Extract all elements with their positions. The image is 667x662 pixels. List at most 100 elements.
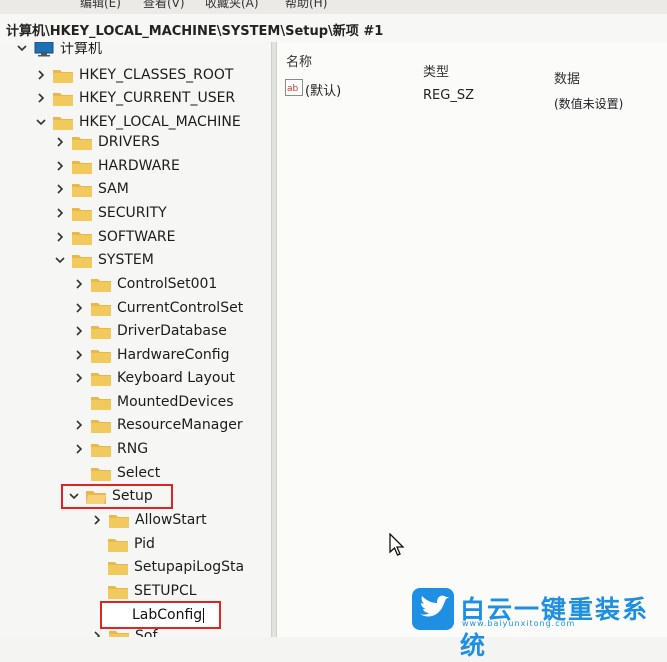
tree-label: HardwareConfig	[117, 347, 230, 363]
tree-node-hardware[interactable]: HARDWARE	[54, 156, 180, 176]
tree-label: ControlSet001	[117, 276, 218, 292]
folder-icon	[108, 560, 128, 575]
folder-icon	[91, 277, 111, 292]
tree-node-security[interactable]: SECURITY	[54, 203, 167, 223]
tree-label: Pid	[134, 536, 155, 552]
tree-node-sam[interactable]: SAM	[54, 179, 129, 199]
chevron-down-icon[interactable]	[16, 42, 28, 54]
menu-view[interactable]: 查看(V)	[143, 0, 185, 11]
folder-icon	[53, 115, 73, 130]
registry-tree[interactable]: 计算机 HKEY_CLASSES_ROOT HKEY_CURRENT_USER …	[0, 42, 271, 637]
rename-edit-box[interactable]: LabConfig	[100, 601, 221, 629]
menu-edit[interactable]: 编辑(E)	[80, 0, 121, 11]
tree-label: HKEY_LOCAL_MACHINE	[79, 114, 241, 130]
bird-logo-icon	[412, 588, 454, 630]
folder-icon	[91, 466, 111, 481]
tree-node-keyboardlayout[interactable]: Keyboard Layout	[73, 368, 235, 388]
tree-label: Select	[117, 465, 161, 481]
tree-label: SYSTEM	[98, 252, 154, 268]
chevron-right-icon[interactable]	[73, 302, 85, 314]
tree-label: RNG	[117, 441, 149, 457]
tree-node-pid[interactable]: Pid	[108, 534, 155, 554]
folder-icon	[72, 159, 92, 174]
folder-icon	[72, 182, 92, 197]
chevron-right-icon[interactable]	[54, 136, 66, 148]
string-value-icon: ab	[285, 79, 303, 96]
chevron-right-icon[interactable]	[73, 443, 85, 455]
menu-help[interactable]: 帮助(H)	[285, 0, 327, 11]
tree-node-setupcl[interactable]: SETUPCL	[108, 581, 197, 601]
folder-icon	[72, 253, 92, 268]
chevron-right-icon[interactable]	[54, 231, 66, 243]
address-path[interactable]: 计算机\HKEY_LOCAL_MACHINE\SYSTEM\Setup\新项 #…	[6, 20, 383, 39]
chevron-right-icon[interactable]	[91, 630, 103, 637]
tree-node-currentcontrolset[interactable]: CurrentControlSet	[73, 298, 243, 318]
svg-text:ab: ab	[287, 84, 299, 94]
tree-node-controlset001[interactable]: ControlSet001	[73, 274, 217, 294]
tree-label: CurrentControlSet	[117, 300, 244, 316]
chevron-right-icon[interactable]	[54, 183, 66, 195]
tree-node-resourcemanager[interactable]: ResourceManager	[73, 415, 243, 435]
tree-label: HKEY_CURRENT_USER	[79, 90, 236, 106]
chevron-right-icon[interactable]	[73, 278, 85, 290]
tree-node-driverdatabase[interactable]: DriverDatabase	[73, 321, 227, 341]
chevron-down-icon[interactable]	[54, 254, 66, 266]
chevron-right-icon[interactable]	[54, 207, 66, 219]
value-row[interactable]: ab (默认) REG_SZ (数值未设置)	[277, 78, 667, 111]
chevron-right-icon[interactable]	[35, 92, 47, 104]
mouse-pointer-icon	[389, 532, 407, 563]
tree-node-mounteddevices[interactable]: MountedDevices	[91, 392, 234, 412]
column-header-name[interactable]: 名称	[286, 51, 312, 70]
tree-node-setupapilog[interactable]: SetupapiLogSta	[108, 557, 244, 577]
chevron-right-icon[interactable]	[54, 160, 66, 172]
rename-input[interactable]: LabConfig	[132, 607, 205, 623]
tree-node-hardwareconfig[interactable]: HardwareConfig	[73, 345, 230, 365]
tree-label: SAM	[98, 181, 129, 197]
tree-label: ResourceManager	[117, 417, 243, 433]
address-bar[interactable]: 计算机\HKEY_LOCAL_MACHINE\SYSTEM\Setup\新项 #…	[0, 14, 667, 43]
folder-icon	[109, 513, 129, 528]
folder-icon	[91, 324, 111, 339]
tree-node-software[interactable]: SOFTWARE	[54, 227, 176, 247]
chevron-right-icon[interactable]	[91, 514, 103, 526]
folder-icon	[108, 584, 128, 599]
menu-favorites[interactable]: 收藏夹(A)	[205, 0, 259, 11]
tree-node-drivers[interactable]: DRIVERS	[54, 132, 160, 152]
tree-node-partial[interactable]: Sof	[91, 626, 157, 637]
chevron-right-icon[interactable]	[73, 349, 85, 361]
tree-label: Sof	[135, 628, 158, 637]
values-pane[interactable]: 名称 类型 数据 ab (默认) REG_SZ (数值未设置)	[277, 42, 667, 637]
text-cursor	[203, 607, 205, 623]
folder-icon	[91, 301, 111, 316]
chevron-right-icon[interactable]	[73, 325, 85, 337]
tree-label: SetupapiLogSta	[134, 559, 245, 575]
chevron-right-icon[interactable]	[73, 419, 85, 431]
chevron-right-icon[interactable]	[35, 69, 47, 81]
folder-icon	[72, 135, 92, 150]
tree-label: DriverDatabase	[117, 323, 227, 339]
watermark-url: www.baiyunxitong.com	[462, 619, 576, 628]
tree-label: HARDWARE	[98, 158, 180, 174]
highlight-box-setup	[61, 484, 173, 509]
tree-node-hkcr[interactable]: HKEY_CLASSES_ROOT	[35, 65, 233, 85]
folder-icon	[91, 418, 111, 433]
value-type: REG_SZ	[423, 88, 474, 103]
folder-icon	[72, 230, 92, 245]
folder-icon	[72, 206, 92, 221]
tree-node-hkcu[interactable]: HKEY_CURRENT_USER	[35, 88, 235, 108]
chevron-right-icon[interactable]	[73, 372, 85, 384]
folder-icon	[108, 537, 128, 552]
folder-icon	[53, 68, 73, 83]
chevron-down-icon[interactable]	[35, 116, 47, 128]
tree-node-allowstart[interactable]: AllowStart	[91, 510, 207, 530]
tree-node-hklm[interactable]: HKEY_LOCAL_MACHINE	[35, 112, 241, 132]
tree-label: AllowStart	[135, 512, 207, 528]
tree-node-computer[interactable]: 计算机	[16, 42, 102, 58]
tree-label: MountedDevices	[117, 394, 234, 410]
computer-icon	[34, 42, 54, 56]
tree-node-rng[interactable]: RNG	[73, 439, 148, 459]
tree-label: 计算机	[60, 42, 102, 57]
tree-label: SECURITY	[98, 205, 167, 221]
tree-node-system[interactable]: SYSTEM	[54, 250, 154, 270]
tree-node-select[interactable]: Select	[91, 463, 160, 483]
